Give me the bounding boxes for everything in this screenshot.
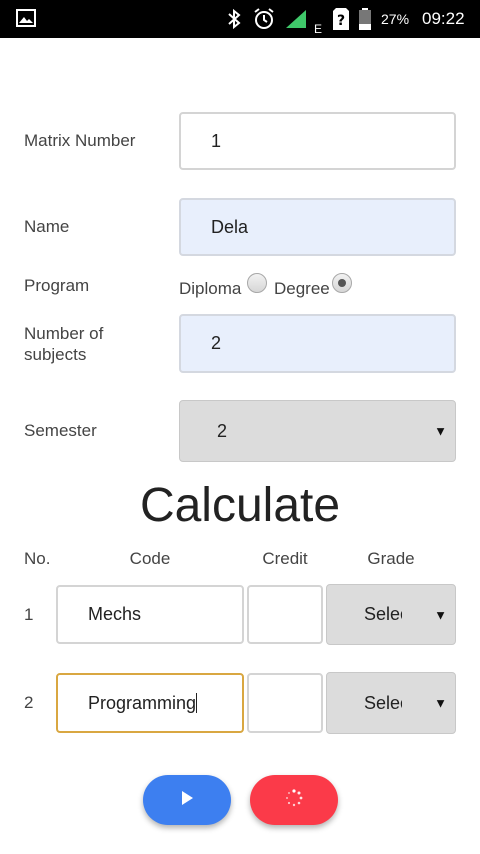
header-credit: Credit bbox=[262, 549, 308, 568]
reset-button[interactable] bbox=[250, 775, 338, 825]
semester-label: Semester bbox=[24, 421, 97, 440]
network-type-label: E bbox=[314, 22, 323, 36]
radio-selected-dot bbox=[338, 279, 346, 287]
play-icon bbox=[179, 790, 195, 811]
loading-icon bbox=[285, 788, 303, 812]
grade-select[interactable]: Select ▼ bbox=[326, 584, 456, 645]
sim-unknown-icon: ? bbox=[332, 0, 350, 38]
number-of-subjects-value: 2 bbox=[211, 333, 222, 353]
alarm-icon bbox=[252, 0, 276, 38]
text-cursor bbox=[196, 693, 198, 713]
image-icon bbox=[16, 9, 36, 32]
row-number: 2 bbox=[24, 693, 34, 712]
header-grade: Grade bbox=[367, 549, 415, 568]
name-value: Dela bbox=[211, 216, 249, 237]
degree-option-label: Degree bbox=[274, 279, 330, 298]
credit-input[interactable] bbox=[247, 585, 323, 644]
header-code: Code bbox=[129, 549, 171, 568]
battery-icon bbox=[358, 0, 372, 38]
dropdown-arrow-icon: ▼ bbox=[434, 607, 447, 622]
row-number: 1 bbox=[24, 605, 34, 624]
battery-percent: 27% bbox=[381, 11, 410, 27]
svg-text:?: ? bbox=[337, 13, 345, 29]
credit-input[interactable] bbox=[247, 673, 323, 733]
diploma-option-label: Diploma bbox=[179, 279, 242, 298]
semester-value: 2 bbox=[217, 420, 228, 441]
signal-icon bbox=[284, 0, 308, 38]
code-input[interactable]: Programming bbox=[56, 673, 244, 733]
status-bar: E ? 27% 09:22 bbox=[0, 0, 480, 38]
program-label: Program bbox=[24, 276, 90, 295]
number-of-subjects-label: Number of subjects bbox=[24, 324, 104, 364]
grade-value: Select bbox=[364, 692, 402, 713]
code-input[interactable]: Mechs bbox=[56, 585, 244, 644]
bluetooth-icon bbox=[226, 0, 242, 38]
number-of-subjects-input[interactable]: 2 bbox=[179, 314, 456, 373]
diploma-radio[interactable] bbox=[247, 273, 267, 293]
name-input[interactable]: Dela bbox=[179, 198, 456, 256]
play-button[interactable] bbox=[143, 775, 231, 825]
dropdown-arrow-icon: ▼ bbox=[434, 695, 447, 711]
degree-radio[interactable] bbox=[332, 273, 352, 293]
clock: 09:22 bbox=[422, 9, 465, 28]
header-no: No. bbox=[24, 549, 51, 568]
code-value: Mechs bbox=[88, 604, 142, 624]
grade-select[interactable]: Select ▼ bbox=[326, 672, 456, 734]
calculate-title: Calculate bbox=[139, 479, 341, 532]
grade-value: Select bbox=[364, 604, 402, 624]
semester-select[interactable]: 2 ▼ bbox=[179, 400, 456, 462]
matrix-number-value: 1 bbox=[211, 130, 222, 151]
matrix-number-label: Matrix Number bbox=[24, 131, 136, 150]
code-value: Programming bbox=[88, 692, 197, 713]
name-label: Name bbox=[24, 217, 70, 236]
dropdown-arrow-icon: ▼ bbox=[434, 423, 447, 439]
matrix-number-input[interactable]: 1 bbox=[179, 112, 456, 170]
